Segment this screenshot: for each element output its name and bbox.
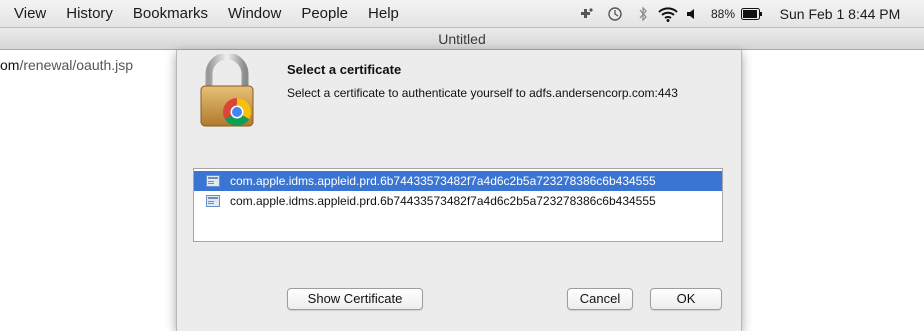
menu-bar: View History Bookmarks Window People Hel… — [0, 0, 924, 28]
volume-icon[interactable] — [684, 0, 700, 28]
certificate-list[interactable]: com.apple.idms.appleid.prd.6b74433573482… — [193, 168, 723, 242]
show-certificate-button[interactable]: Show Certificate — [287, 288, 423, 310]
lock-icon — [195, 52, 259, 130]
page-url-path: /renewal/oauth.jsp — [19, 57, 134, 73]
time-machine-icon[interactable] — [606, 0, 624, 28]
page-url: om/renewal/oauth.jsp — [0, 57, 133, 73]
ok-button[interactable]: OK — [650, 288, 722, 310]
certificate-label: com.apple.idms.appleid.prd.6b74433573482… — [230, 174, 656, 188]
dialog-description: Select a certificate to authenticate you… — [287, 86, 678, 100]
page-url-domain: om — [0, 57, 20, 73]
select-certificate-dialog: Select a certificate Select a certificat… — [176, 50, 742, 331]
bluetooth-icon[interactable] — [636, 0, 650, 28]
menubar-clock[interactable]: Sun Feb 1 8:44 PM — [768, 0, 912, 28]
extension-icon[interactable] — [578, 0, 596, 28]
chrome-icon — [223, 98, 251, 126]
menu-view[interactable]: View — [14, 0, 46, 28]
certificate-icon — [206, 195, 220, 207]
menu-window[interactable]: Window — [228, 0, 281, 28]
cancel-button[interactable]: Cancel — [567, 288, 633, 310]
window-title: Untitled — [438, 31, 486, 47]
menu-bookmarks[interactable]: Bookmarks — [133, 0, 208, 28]
menu-history[interactable]: History — [66, 0, 113, 28]
window-title-bar: Untitled — [0, 28, 924, 50]
certificate-icon — [206, 175, 220, 187]
certificate-label: com.apple.idms.appleid.prd.6b74433573482… — [230, 194, 656, 208]
battery-percent: 88% — [710, 7, 736, 21]
certificate-row[interactable]: com.apple.idms.appleid.prd.6b74433573482… — [194, 191, 722, 211]
menu-help[interactable]: Help — [368, 0, 399, 28]
menu-people[interactable]: People — [301, 0, 348, 28]
wifi-icon[interactable] — [656, 0, 680, 28]
battery-icon[interactable] — [740, 0, 764, 28]
certificate-row-selected[interactable]: com.apple.idms.appleid.prd.6b74433573482… — [194, 171, 722, 191]
dialog-title: Select a certificate — [287, 62, 402, 77]
